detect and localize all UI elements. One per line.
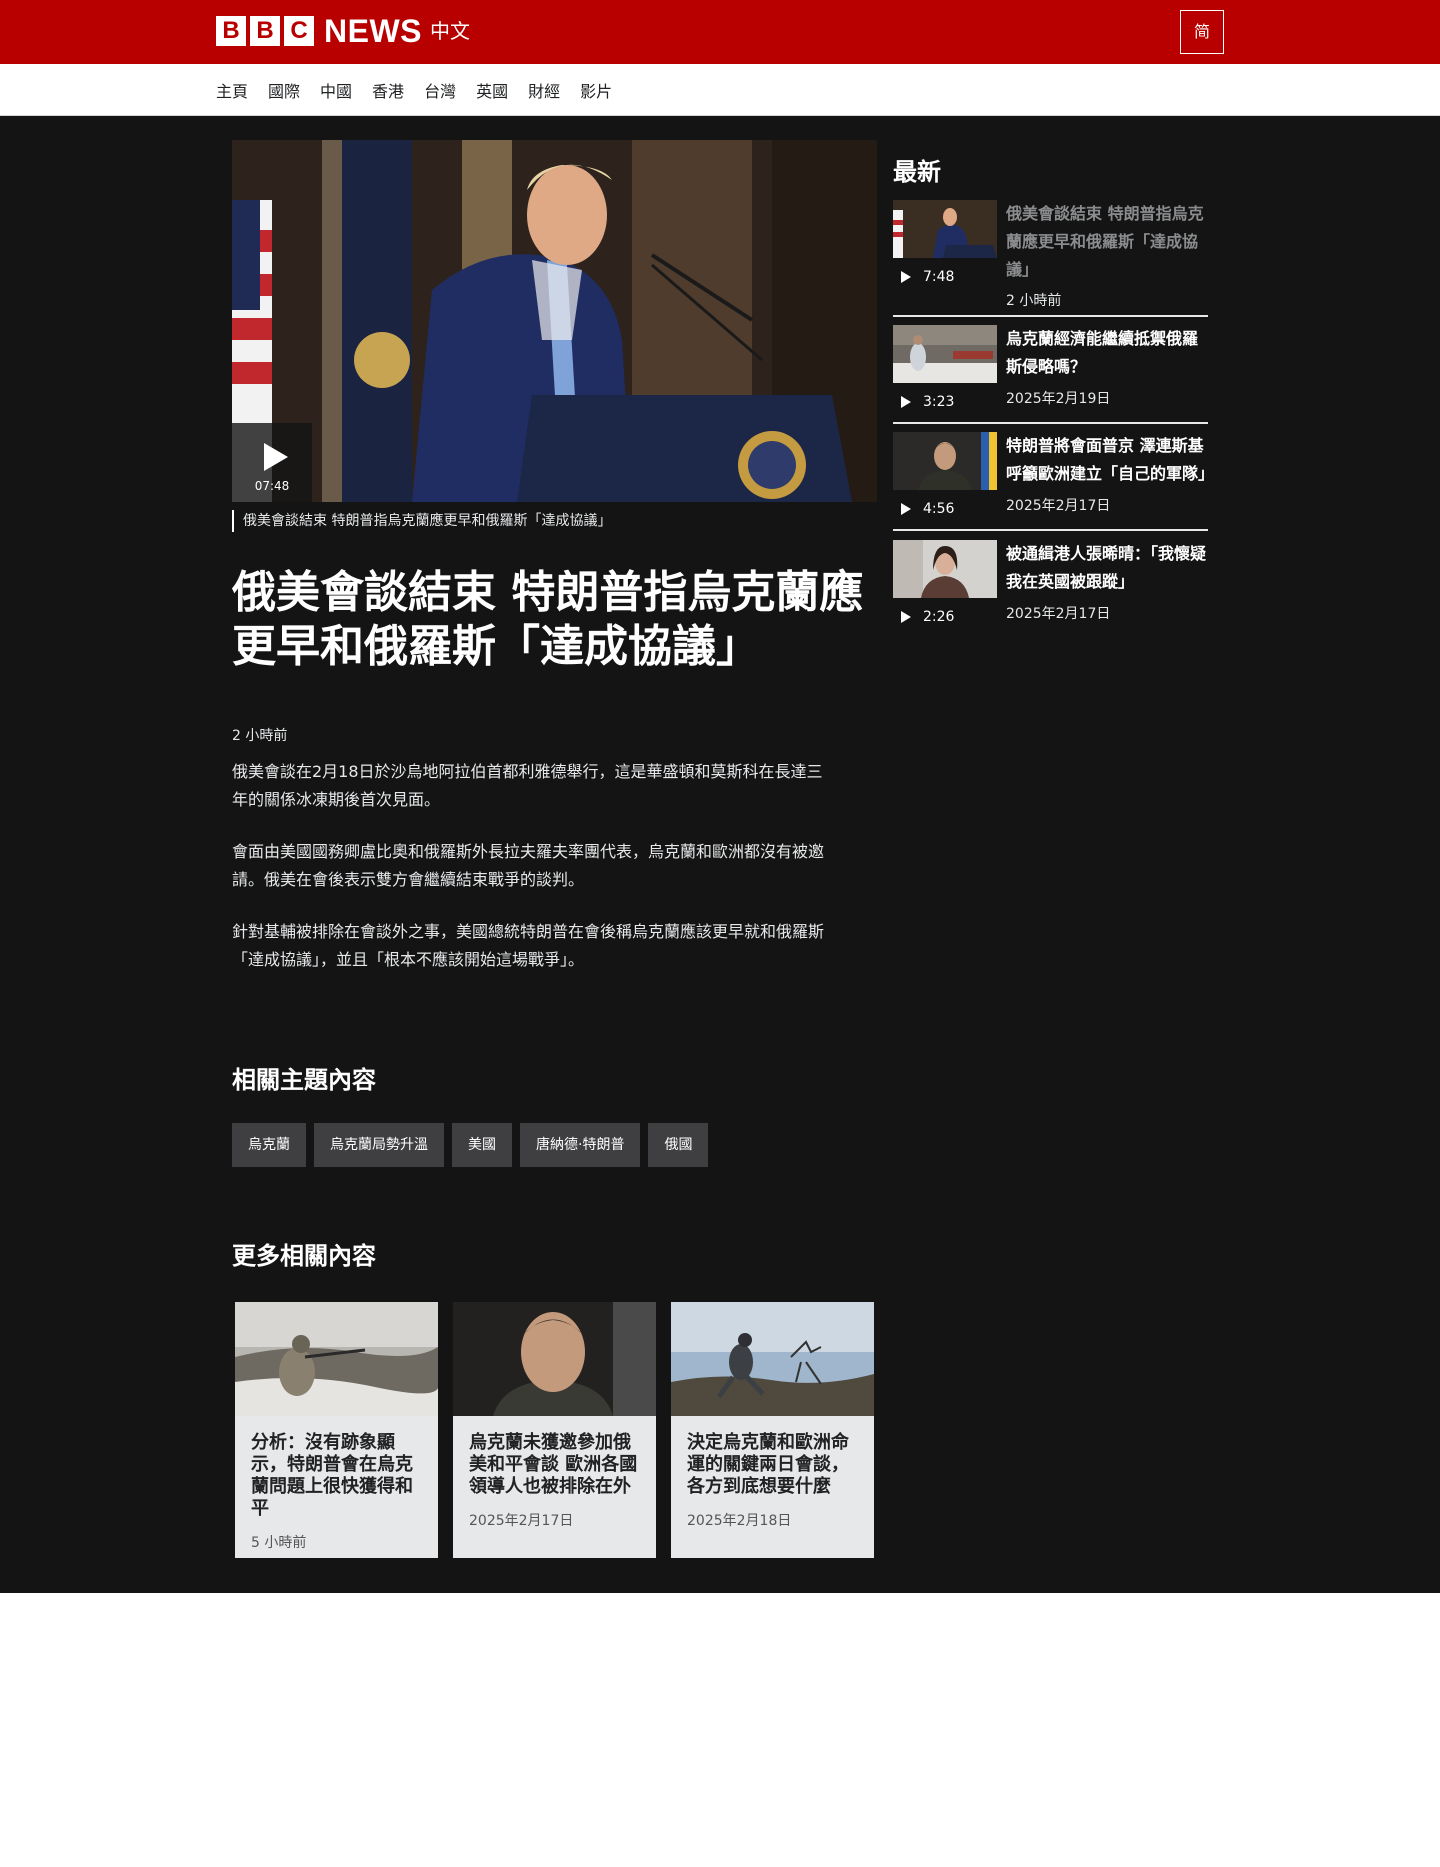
latest-headline: 烏克蘭經濟能繼續抵禦俄羅斯侵略嗎？ (1006, 329, 1199, 376)
card-date: 5 小時前 (251, 1535, 307, 1551)
topic-tag-usa[interactable]: 美國 (452, 1123, 512, 1167)
topic-tag-russia[interactable]: 俄國 (648, 1123, 709, 1167)
zelensky-thumbnail (893, 432, 997, 490)
play-icon (901, 271, 911, 283)
press-conference-thumbnail (893, 200, 997, 258)
article-headline: 俄美會談結束 特朗普指烏克蘭應更早和俄羅斯「達成協議」 (232, 567, 864, 672)
nav-items: 主頁 國際 中國 香港 台灣 英國 財經 影片 (216, 64, 632, 116)
video-caption: 俄美會談結束 特朗普指烏克蘭應更早和俄羅斯「達成協議」 (232, 510, 611, 532)
snowy-street-thumbnail (893, 325, 997, 383)
related-card[interactable]: 決定烏克蘭和歐洲命運的關鍵兩日會談，各方到底想要什麼 2025年2月18日 (671, 1302, 874, 1558)
simplified-chinese-toggle[interactable]: 简 (1180, 10, 1224, 54)
latest-play: 4:56 (901, 501, 954, 517)
card-body: 分析：沒有跡象顯示，特朗普會在烏克蘭問題上很快獲得和平 5 小時前 (235, 1416, 438, 1568)
site-header: B B C NEWS 中文 简 (0, 0, 1440, 64)
latest-date: 2025年2月17日 (1006, 606, 1111, 622)
video-player[interactable]: 07:48 (232, 140, 877, 502)
nav-item-china[interactable]: 中國 (320, 78, 352, 102)
more-content-title: 更多相關內容 (232, 1242, 376, 1270)
card-date: 2025年2月18日 (687, 1513, 792, 1529)
nav-item-international[interactable]: 國際 (268, 78, 300, 102)
video-thumbnail (232, 140, 877, 502)
latest-duration: 3:23 (923, 394, 955, 410)
divider (893, 529, 1208, 531)
play-icon (901, 611, 911, 623)
card-title: 分析：沒有跡象顯示，特朗普會在烏克蘭問題上很快獲得和平 (251, 1432, 413, 1519)
logo-block: B (250, 16, 280, 46)
latest-duration: 4:56 (923, 501, 955, 517)
latest-headline: 被通緝港人張晞晴：「我懷疑我在英國被跟蹤」 (1006, 544, 1207, 591)
latest-duration: 7:48 (923, 269, 955, 285)
related-card[interactable]: 烏克蘭未獲邀參加俄美和平會談 歐洲各國領導人也被排除在外 2025年2月17日 (453, 1302, 656, 1558)
zelensky-portrait-image (453, 1302, 656, 1416)
video-duration: 07:48 (254, 479, 290, 493)
card-image (453, 1302, 656, 1416)
topic-tag-ukraine-crisis[interactable]: 烏克蘭局勢升溫 (314, 1123, 444, 1167)
card-image (235, 1302, 438, 1416)
topic-tag-ukraine[interactable]: 烏克蘭 (232, 1123, 306, 1167)
soldier-running-image (671, 1302, 874, 1416)
card-body: 決定烏克蘭和歐洲命運的關鍵兩日會談，各方到底想要什麼 2025年2月18日 (671, 1416, 874, 1546)
latest-thumbnail (893, 540, 997, 598)
article-paragraph: 會面由美國國務卿盧比奧和俄羅斯外長拉夫羅夫率團代表，烏克蘭和歐洲都沒有被邀請。俄… (232, 842, 825, 889)
latest-item[interactable]: 4:56 特朗普將會面普京 澤連斯基呼籲歐洲建立「自己的軍隊」 2025年2月1… (893, 432, 1215, 522)
latest-title: 最新 (893, 158, 941, 186)
card-date: 2025年2月17日 (469, 1513, 574, 1529)
nav-item-home[interactable]: 主頁 (216, 78, 248, 102)
related-topics-title: 相關主題內容 (232, 1066, 376, 1094)
nav-item-uk[interactable]: 英國 (476, 78, 508, 102)
latest-headline: 特朗普將會面普京 澤連斯基呼籲歐洲建立「自己的軍隊」 (1006, 436, 1215, 483)
nav-bar: 主頁 國際 中國 香港 台灣 英國 財經 影片 (0, 64, 1440, 116)
latest-headline: 俄美會談結束 特朗普指烏克蘭應更早和俄羅斯「達成協議」 (1006, 204, 1204, 279)
card-title: 烏克蘭未獲邀參加俄美和平會談 歐洲各國領導人也被排除在外 (469, 1432, 638, 1497)
nav-item-hongkong[interactable]: 香港 (372, 78, 404, 102)
card-body: 烏克蘭未獲邀參加俄美和平會談 歐洲各國領導人也被排除在外 2025年2月17日 (453, 1416, 656, 1546)
topic-tags: 烏克蘭 烏克蘭局勢升溫 美國 唐納德·特朗普 俄國 (232, 1123, 709, 1167)
logo-news-text: NEWS (324, 13, 422, 49)
latest-item[interactable]: 3:23 烏克蘭經濟能繼續抵禦俄羅斯侵略嗎？ 2025年2月19日 (893, 325, 1208, 415)
play-icon (264, 443, 288, 471)
latest-thumbnail (893, 432, 997, 490)
play-icon (901, 396, 911, 408)
logo-language-text: 中文 (430, 19, 470, 43)
nav-item-finance[interactable]: 財經 (528, 78, 560, 102)
card-image (671, 1302, 874, 1416)
latest-play: 7:48 (901, 269, 954, 285)
soldier-snow-image (235, 1302, 438, 1416)
interview-thumbnail (893, 540, 997, 598)
video-play-button[interactable]: 07:48 (232, 423, 312, 502)
play-icon (901, 503, 911, 515)
card-title: 決定烏克蘭和歐洲命運的關鍵兩日會談，各方到底想要什麼 (687, 1432, 849, 1497)
logo-block: B (216, 16, 246, 46)
divider (893, 422, 1208, 424)
bbc-news-logo[interactable]: B B C NEWS 中文 (216, 13, 470, 49)
latest-duration: 2:26 (923, 609, 955, 625)
latest-item-current[interactable]: 7:48 俄美會談結束 特朗普指烏克蘭應更早和俄羅斯「達成協議」 2 小時前 (893, 200, 1208, 312)
nav-item-video[interactable]: 影片 (580, 78, 612, 102)
latest-date: 2025年2月19日 (1006, 391, 1111, 407)
nav-item-taiwan[interactable]: 台灣 (424, 78, 456, 102)
latest-date: 2025年2月17日 (1006, 498, 1111, 514)
bbc-blocks: B B C (216, 16, 314, 46)
latest-play: 2:26 (901, 609, 954, 625)
press-conference-image (232, 140, 877, 502)
latest-play: 3:23 (901, 394, 954, 410)
related-cards: 分析：沒有跡象顯示，特朗普會在烏克蘭問題上很快獲得和平 5 小時前 烏克蘭未獲邀… (235, 1302, 874, 1558)
article-paragraph: 俄美會談在2月18日於沙烏地阿拉伯首都利雅德舉行，這是華盛頓和莫斯科在長達三年的… (232, 762, 823, 809)
divider (893, 315, 1208, 317)
latest-thumbnail (893, 200, 997, 258)
latest-thumbnail (893, 325, 997, 383)
related-card[interactable]: 分析：沒有跡象顯示，特朗普會在烏克蘭問題上很快獲得和平 5 小時前 (235, 1302, 438, 1558)
latest-item[interactable]: 2:26 被通緝港人張晞晴：「我懷疑我在英國被跟蹤」 2025年2月17日 (893, 540, 1208, 630)
article-paragraph: 針對基輔被排除在會談外之事，美國總統特朗普在會後稱烏克蘭應該更早就和俄羅斯「達成… (232, 922, 825, 969)
article-timestamp: 2 小時前 (232, 728, 288, 744)
topic-tag-donald-trump[interactable]: 唐納德·特朗普 (520, 1123, 641, 1167)
logo-block: C (284, 16, 314, 46)
latest-date: 2 小時前 (1006, 293, 1062, 309)
